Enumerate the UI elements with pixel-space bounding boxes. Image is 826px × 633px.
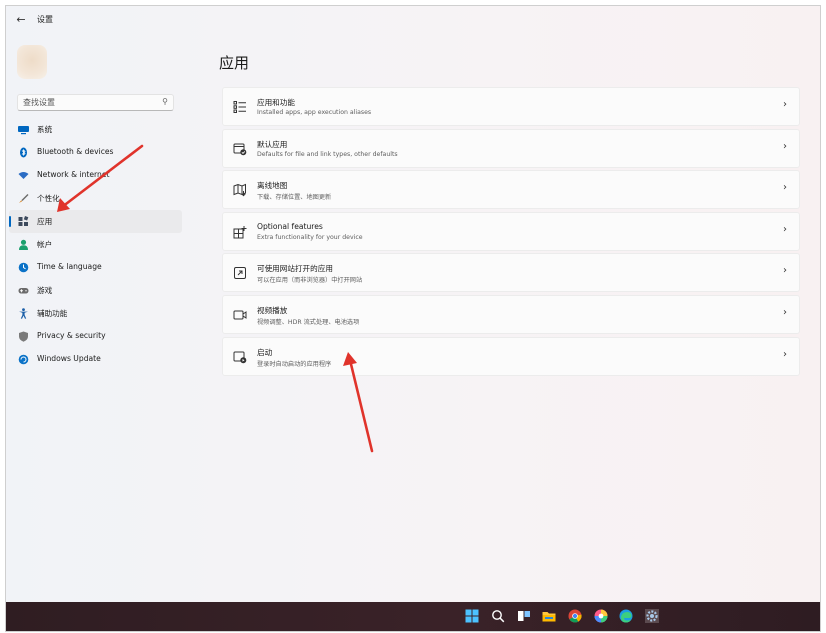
card-offline-maps[interactable]: 离线地图 下载、存储位置、地图更新 › <box>222 170 800 210</box>
search-input[interactable] <box>23 96 153 109</box>
gamepad-icon <box>18 288 29 294</box>
search-icon: ⚲ <box>162 97 168 106</box>
sidebar-item-label: 辅助功能 <box>37 309 68 318</box>
sidebar-item-label: Privacy & security <box>37 331 106 340</box>
card-title: 离线地图 <box>257 181 288 191</box>
screenshot-frame: ← 设置 ⚲ 系统 Bluetooth & devices Network & … <box>5 5 821 632</box>
avatar[interactable] <box>17 45 47 79</box>
task-view-icon[interactable] <box>517 609 531 623</box>
sidebar-item-accounts[interactable]: 帐户 <box>9 233 182 256</box>
page-title: 应用 <box>219 54 250 72</box>
sidebar-item-label: Network & internet <box>37 170 110 179</box>
chevron-right-icon: › <box>783 306 787 318</box>
apps-list-icon <box>233 101 246 113</box>
optional-features-icon <box>233 225 247 239</box>
sidebar-item-privacy[interactable]: Privacy & security <box>9 325 182 348</box>
card-subtitle: 登录时自动启动的应用程序 <box>257 360 332 368</box>
person-icon <box>19 239 28 250</box>
card-apps-for-websites[interactable]: 可使用网站打开的应用 可以在应用（而非浏览器）中打开网站 › <box>222 253 800 293</box>
arrow-left-icon: ← <box>16 13 26 26</box>
edge-browser-icon[interactable] <box>619 609 633 623</box>
sidebar-item-system[interactable]: 系统 <box>9 118 182 141</box>
card-optional-features[interactable]: Optional features Extra functionality fo… <box>222 211 800 251</box>
sidebar-item-label: 游戏 <box>37 286 53 295</box>
shield-icon <box>19 331 28 342</box>
chevron-right-icon: › <box>783 182 787 194</box>
brush-icon <box>19 194 29 203</box>
apps-icon <box>18 216 29 226</box>
card-title: 启动 <box>257 347 273 357</box>
title-bar: ← 设置 <box>6 6 820 34</box>
card-apps-features[interactable]: 应用和功能 Installed apps, app execution alia… <box>222 87 800 126</box>
search-icon[interactable] <box>491 609 505 623</box>
card-video-playback[interactable]: 视频播放 视频调整、HDR 流式处理、电池选项 › <box>222 294 800 334</box>
sidebar-item-label: 应用 <box>37 217 53 226</box>
sidebar-item-accessibility[interactable]: 辅助功能 <box>9 302 182 325</box>
card-title: 应用和功能 <box>257 98 295 107</box>
active-indicator <box>9 216 11 227</box>
sidebar-item-network[interactable]: Network & internet <box>9 164 182 187</box>
settings-gear-icon[interactable] <box>645 609 659 623</box>
sidebar-item-bluetooth[interactable]: Bluetooth & devices <box>9 141 182 164</box>
settings-card-list: 应用和功能 Installed apps, app execution alia… <box>222 87 800 378</box>
file-explorer-icon[interactable] <box>542 609 556 623</box>
update-icon <box>18 354 29 365</box>
chevron-right-icon: › <box>783 140 787 152</box>
wifi-icon <box>18 172 29 179</box>
default-apps-icon <box>233 143 247 155</box>
chevron-right-icon: › <box>783 223 787 235</box>
card-default-apps[interactable]: 默认应用 Defaults for file and link types, o… <box>222 128 800 168</box>
card-subtitle: Installed apps, app execution aliases <box>257 109 372 116</box>
settings-window: ← 设置 ⚲ 系统 Bluetooth & devices Network & … <box>6 6 820 602</box>
apps-for-websites-icon <box>234 267 246 280</box>
offline-map-icon <box>233 183 246 197</box>
windows-start-icon[interactable] <box>465 609 479 623</box>
sidebar-item-label: 帐户 <box>37 240 53 249</box>
chevron-right-icon: › <box>783 348 787 360</box>
sidebar-item-label: 个性化 <box>37 194 60 203</box>
card-title: 视频播放 <box>257 305 288 315</box>
card-subtitle: 视频调整、HDR 流式处理、电池选项 <box>257 318 360 326</box>
card-startup[interactable]: 启动 登录时自动启动的应用程序 › <box>222 336 800 376</box>
window-title: 设置 <box>37 15 53 24</box>
sidebar-item-label: Time & language <box>37 262 102 271</box>
card-title: 默认应用 <box>257 139 288 149</box>
card-subtitle: 可以在应用（而非浏览器）中打开网站 <box>257 277 363 285</box>
video-playback-icon <box>233 310 247 320</box>
card-title: 可使用网站打开的应用 <box>257 264 333 274</box>
sidebar-item-time-language[interactable]: Time & language <box>9 256 182 279</box>
card-subtitle: 下载、存储位置、地图更新 <box>257 194 332 202</box>
sidebar-item-label: 系统 <box>37 125 53 134</box>
globe-clock-icon <box>18 262 29 273</box>
accessibility-icon <box>19 308 28 319</box>
monitor-icon <box>18 126 29 135</box>
sidebar-item-label: Bluetooth & devices <box>37 147 114 156</box>
sidebar-item-apps[interactable]: 应用 <box>9 210 182 233</box>
chevron-right-icon: › <box>783 99 787 110</box>
sidebar-item-gaming[interactable]: 游戏 <box>9 279 182 302</box>
back-button[interactable]: ← <box>14 13 28 27</box>
search-box[interactable]: ⚲ <box>17 94 174 111</box>
colorful-app-icon[interactable] <box>594 609 608 623</box>
startup-icon <box>233 351 247 363</box>
taskbar <box>6 602 820 631</box>
sidebar-nav: 系统 Bluetooth & devices Network & interne… <box>9 118 182 371</box>
card-title: Optional features <box>257 221 323 231</box>
sidebar-item-label: Windows Update <box>37 354 101 363</box>
card-subtitle: Defaults for file and link types, other … <box>257 150 398 158</box>
sidebar-item-personalization[interactable]: 个性化 <box>9 187 182 210</box>
card-subtitle: Extra functionality for your device <box>257 233 363 241</box>
sidebar-item-windows-update[interactable]: Windows Update <box>9 348 182 371</box>
chevron-right-icon: › <box>783 265 787 277</box>
bluetooth-icon <box>20 147 27 158</box>
chrome-icon[interactable] <box>568 609 582 623</box>
